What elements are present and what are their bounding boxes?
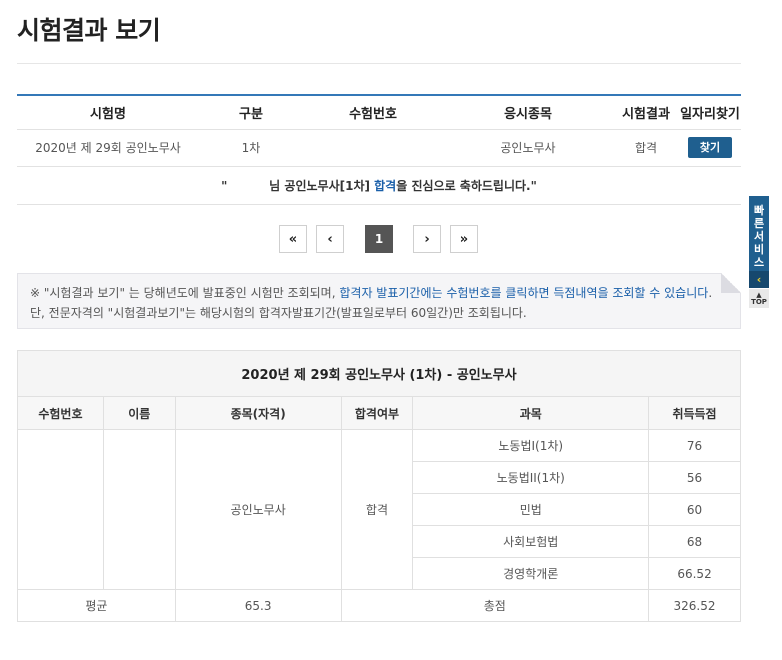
detail-header-score: 취득득점: [648, 396, 741, 430]
subject-name: 경영학개론: [412, 557, 650, 590]
result-cell: 합격: [613, 129, 679, 167]
detail-header-pass: 합격여부: [340, 396, 414, 430]
header-job-search: 일자리찾기: [679, 95, 741, 130]
congrats-pass-word: 합격: [374, 178, 397, 193]
score-detail-table: 2020년 제 29회 공인노무사 (1차) - 공인노무사 수험번호 이름 종…: [17, 350, 741, 622]
congrats-prefix: " 님 공인노무사[1차]: [221, 178, 375, 193]
subject-name: 민법: [412, 493, 650, 526]
header-exam-name: 시험명: [17, 95, 199, 130]
notice-highlight: 합격자 발표기간에는 수험번호를 클릭하면 득점내역을 조회할 수 있습니다: [339, 286, 709, 300]
chevron-left-icon[interactable]: ‹: [749, 271, 769, 288]
detail-header-exam-number: 수험번호: [17, 396, 104, 430]
notice-fold-corner: [721, 273, 741, 293]
subject-score: 76: [648, 429, 741, 462]
congrats-row: " 님 공인노무사[1차] 합격을 진심으로 축하드립니다.": [17, 166, 741, 205]
header-round: 구분: [199, 95, 303, 130]
next-page-button[interactable]: ›: [413, 225, 441, 253]
congrats-message: " 님 공인노무사[1차] 합격을 진심으로 축하드립니다.": [17, 166, 741, 205]
job-search-cell: 찾기: [679, 129, 741, 167]
result-table: 시험명 구분 수험번호 응시종목 시험결과 일자리찾기 2020년 제 29회 …: [17, 94, 741, 205]
subject-score: 66.52: [648, 557, 741, 590]
detail-pass-status: 합격: [340, 429, 414, 590]
table-row: 2020년 제 29회 공인노무사 1차 공인노무사 합격 찾기: [17, 129, 741, 167]
detail-name: [102, 429, 176, 590]
table-row: 공인노무사 합격 노동법I(1차) 76: [17, 429, 741, 590]
round-cell: 1차: [199, 129, 303, 167]
average-value: 65.3: [174, 589, 342, 622]
notice-text: ※ "시험결과 보기" 는 당해년도에 발표중인 시험만 조회되며,: [30, 286, 340, 300]
detail-header-row: 수험번호 이름 종목(자격) 합격여부 과목 취득득점: [17, 396, 741, 430]
first-page-button[interactable]: «: [279, 225, 307, 253]
total-label: 총점: [340, 589, 650, 622]
summary-row: 평균 65.3 총점 326.52: [17, 589, 741, 622]
notice-box: ※ "시험결과 보기" 는 당해년도에 발표중인 시험만 조회되며, 합격자 발…: [17, 273, 741, 329]
last-page-button[interactable]: »: [450, 225, 478, 253]
subject-name: 사회보험법: [412, 525, 650, 558]
detail-caption: 2020년 제 29회 공인노무사 (1차) - 공인노무사: [17, 350, 741, 397]
subject-name: 노동법I(1차): [412, 429, 650, 462]
subject-score: 60: [648, 493, 741, 526]
quick-service-label: 빠른서비스: [753, 204, 765, 269]
prev-page-button[interactable]: ‹: [316, 225, 344, 253]
congrats-suffix: 을 진심으로 축하드립니다.": [396, 178, 537, 193]
subject-score: 56: [648, 461, 741, 494]
find-job-button[interactable]: 찾기: [688, 137, 732, 158]
exam-number-cell[interactable]: [303, 129, 443, 167]
header-exam-number: 수험번호: [303, 95, 443, 130]
page-1-button[interactable]: 1: [365, 225, 393, 253]
field-cell: 공인노무사: [443, 129, 613, 167]
detail-header-name: 이름: [102, 396, 176, 430]
detail-qualification: 공인노무사: [174, 429, 342, 590]
total-value: 326.52: [648, 589, 741, 622]
page-title: 시험결과 보기: [17, 16, 161, 45]
average-label: 평균: [17, 589, 176, 622]
exam-name-cell: 2020년 제 29회 공인노무사: [17, 129, 199, 167]
result-table-header: 시험명 구분 수험번호 응시종목 시험결과 일자리찾기: [17, 95, 741, 130]
subject-name: 노동법II(1차): [412, 461, 650, 494]
subject-score: 68: [648, 525, 741, 558]
title-divider: [17, 63, 741, 64]
detail-header-subject: 과목: [412, 396, 650, 430]
top-button[interactable]: ▲ TOP: [749, 289, 769, 308]
detail-caption-row: 2020년 제 29회 공인노무사 (1차) - 공인노무사: [17, 350, 741, 397]
detail-header-qualification: 종목(자격): [174, 396, 342, 430]
detail-exam-number: [17, 429, 104, 590]
header-field: 응시종목: [443, 95, 613, 130]
header-result: 시험결과: [613, 95, 679, 130]
top-label: TOP: [751, 297, 767, 306]
